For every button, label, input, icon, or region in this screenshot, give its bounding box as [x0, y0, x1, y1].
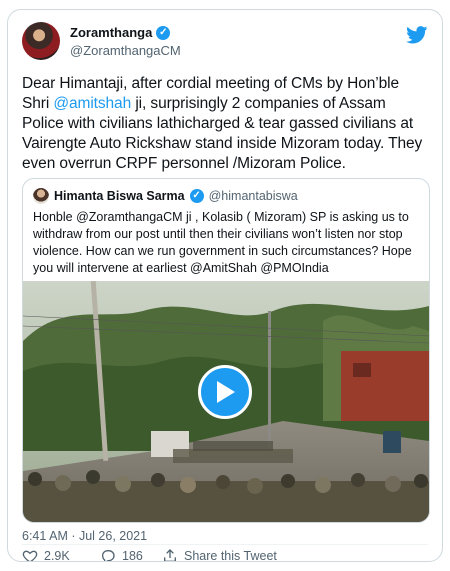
author-names: Zoramthanga ✓ @ZoramthangaCM: [70, 24, 181, 59]
share-icon: [164, 549, 176, 561]
share-button[interactable]: Share this Tweet: [162, 548, 277, 562]
author-avatar[interactable]: [22, 22, 60, 60]
quoted-tweet-text: Honble @ZoramthangaCM ji , Kolasib ( Miz…: [33, 210, 412, 275]
tweet-body: Dear Himantaji, after cordial meeting of…: [22, 74, 430, 174]
reply-icon: [101, 550, 115, 561]
twitter-bird-icon[interactable]: [406, 26, 428, 44]
reply-button[interactable]: 186: [100, 548, 143, 562]
tweet-card[interactable]: Zoramthanga ✓ @ZoramthangaCM Dear Himant…: [7, 9, 443, 562]
like-button[interactable]: 2.9K: [22, 548, 70, 562]
quoted-tweet-header: Himanta Biswa Sarma ✓ @himantabiswa: [33, 188, 298, 204]
video-thumbnail[interactable]: [23, 281, 429, 522]
verified-badge-icon: ✓: [189, 189, 204, 203]
video-play-button[interactable]: [198, 365, 252, 419]
tweet-header: Zoramthanga ✓ @ZoramthangaCM: [22, 22, 428, 70]
author-display-name[interactable]: Zoramthanga: [70, 25, 152, 41]
tweet-timestamp[interactable]: 6:41 AM · Jul 26, 2021: [22, 529, 147, 543]
author-display-name-row[interactable]: Zoramthanga ✓: [70, 25, 171, 41]
play-icon: [217, 381, 235, 403]
like-count: 2.9K: [44, 549, 70, 562]
quoted-tweet[interactable]: Himanta Biswa Sarma ✓ @himantabiswa Honb…: [22, 178, 430, 523]
quoted-author-handle: @himantabiswa: [208, 189, 298, 203]
mention-link-amitshah[interactable]: @amitshah: [53, 95, 131, 112]
tweet-actions: 2.9K 186 Share this Tweet: [22, 545, 430, 562]
quoted-author-avatar: [33, 188, 49, 204]
share-label: Share this Tweet: [184, 549, 277, 562]
quoted-author-display-name: Himanta Biswa Sarma: [54, 189, 185, 203]
heart-icon: [22, 550, 38, 561]
author-handle[interactable]: @ZoramthangaCM: [70, 42, 181, 59]
verified-badge-icon: ✓: [156, 26, 171, 40]
reply-count: 186: [122, 549, 143, 562]
